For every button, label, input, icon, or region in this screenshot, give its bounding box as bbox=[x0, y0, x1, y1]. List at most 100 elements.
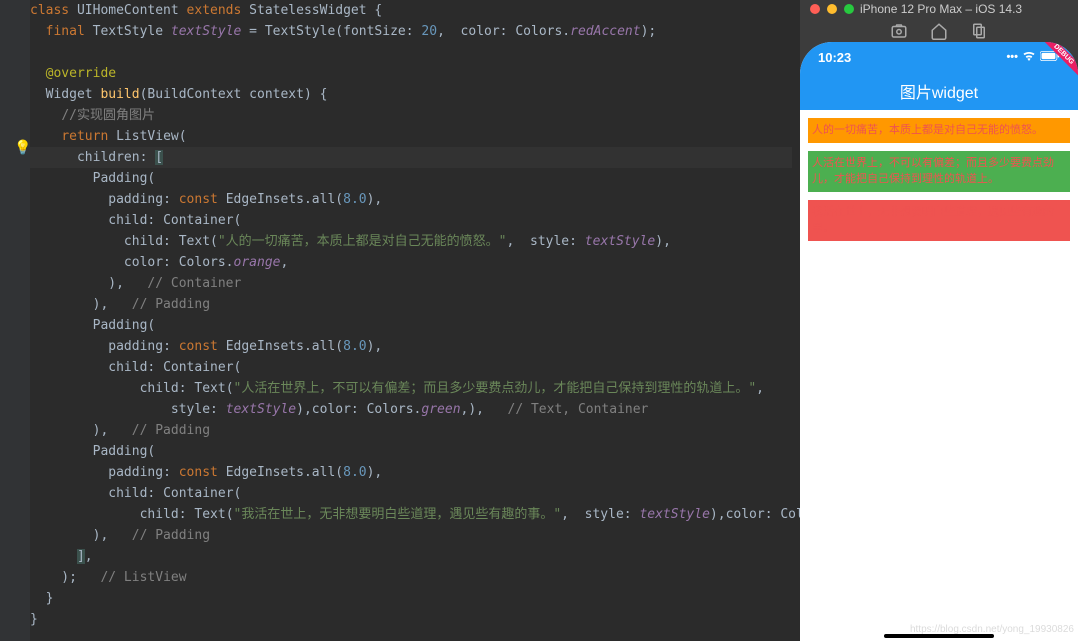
app-bar: 图片widget bbox=[800, 72, 1078, 110]
const: const bbox=[179, 339, 218, 354]
rotate-icon[interactable] bbox=[970, 22, 988, 40]
status-icons: ••• bbox=[1006, 51, 1060, 64]
string: "人活在世界上，不可以有偏差；而且多少要费点劲儿，才能把自己保持到理性的轨道上。… bbox=[234, 381, 757, 396]
wifi-icon bbox=[1022, 51, 1036, 64]
var: textStyle bbox=[171, 24, 241, 39]
var: textStyle bbox=[585, 234, 655, 249]
color-val: orange bbox=[234, 255, 281, 270]
color-val: green bbox=[421, 402, 460, 417]
comment: // Padding bbox=[132, 528, 210, 543]
simulator-title: iPhone 12 Pro Max – iOS 14.3 bbox=[860, 2, 1022, 16]
gutter bbox=[0, 0, 30, 641]
num: 8.0 bbox=[343, 192, 366, 207]
lbl: padding: bbox=[108, 192, 178, 207]
colors: Colors. bbox=[367, 402, 422, 417]
edge: EdgeInsets bbox=[226, 339, 304, 354]
lbl: child: bbox=[108, 213, 163, 228]
home-icon[interactable] bbox=[930, 22, 948, 40]
var: textStyle bbox=[226, 402, 296, 417]
maximize-icon[interactable] bbox=[844, 4, 854, 14]
lbl: child: bbox=[108, 360, 163, 375]
comment: // Text, Container bbox=[508, 402, 649, 417]
param: context bbox=[249, 87, 304, 102]
text: Text bbox=[179, 234, 210, 249]
color-trail: Color bbox=[780, 507, 800, 522]
simulator-titlebar: iPhone 12 Pro Max – iOS 14.3 bbox=[800, 0, 1078, 42]
text-block-1: 人的一切痛苦，本质上都是对自己无能的愤怒。 bbox=[808, 118, 1070, 143]
const: const bbox=[179, 465, 218, 480]
method: build bbox=[100, 87, 139, 102]
lbl: color: bbox=[726, 507, 781, 522]
eq: = bbox=[241, 24, 264, 39]
string: "我活在世上，无非想要明白些道理，遇见些有趣的事。" bbox=[234, 507, 562, 522]
lbl: padding: bbox=[108, 465, 178, 480]
string: "人的一切痛苦，本质上都是对自己无能的愤怒。" bbox=[218, 234, 507, 249]
edge: EdgeInsets bbox=[226, 192, 304, 207]
type: BuildContext bbox=[147, 87, 241, 102]
listview: ListView bbox=[116, 129, 179, 144]
status-time: 10:23 bbox=[818, 50, 851, 65]
container: Container bbox=[163, 360, 233, 375]
lbl: child: bbox=[108, 486, 163, 501]
container: Container bbox=[163, 213, 233, 228]
num: 8.0 bbox=[343, 339, 366, 354]
num: 20 bbox=[421, 24, 437, 39]
comment: //实现圆角图片 bbox=[61, 108, 155, 123]
kw-class: class bbox=[30, 3, 69, 18]
comment: // Container bbox=[147, 276, 241, 291]
annotation: @override bbox=[46, 66, 116, 81]
kw-final: final bbox=[46, 24, 85, 39]
status-bar: 10:23 ••• bbox=[800, 42, 1078, 72]
all: .all( bbox=[304, 192, 343, 207]
text-block-2: 人活在世界上，不可以有偏差；而且多少要费点劲儿，才能把自己保持到理性的轨道上。 bbox=[808, 151, 1070, 192]
code-editor[interactable]: 💡 class UIHomeContent extends StatelessW… bbox=[0, 0, 800, 641]
text-block-3: 我活在世上，无非想要明白些道理，遇见些有趣的事。 bbox=[808, 200, 1070, 241]
lbl: color: bbox=[124, 255, 179, 270]
ios-simulator: iPhone 12 Pro Max – iOS 14.3 DEBUG 10:23… bbox=[800, 0, 1078, 641]
intention-bulb-icon[interactable]: 💡 bbox=[14, 140, 31, 156]
const: const bbox=[179, 192, 218, 207]
superclass: StatelessWidget bbox=[249, 3, 366, 18]
lbl: color: bbox=[312, 402, 367, 417]
padding: Padding bbox=[93, 318, 148, 333]
kw-return: return bbox=[61, 129, 108, 144]
ctor: TextStyle bbox=[265, 24, 335, 39]
all: .all( bbox=[304, 339, 343, 354]
type: Widget bbox=[46, 87, 93, 102]
all: .all( bbox=[304, 465, 343, 480]
lbl: child: bbox=[140, 381, 195, 396]
traffic-lights bbox=[810, 4, 854, 14]
lbl: child: bbox=[140, 507, 195, 522]
children: children: bbox=[77, 150, 155, 165]
kw-extends: extends bbox=[187, 3, 242, 18]
param: fontSize: bbox=[343, 24, 421, 39]
num: 8.0 bbox=[343, 465, 366, 480]
screenshot-icon[interactable] bbox=[890, 22, 908, 40]
container: Container bbox=[163, 486, 233, 501]
color-val: redAccent bbox=[570, 24, 640, 39]
comment: // ListView bbox=[100, 570, 186, 585]
device-screen: DEBUG 10:23 ••• 图片widget 人的一切痛苦，本质上都是对自己… bbox=[800, 42, 1078, 641]
lbl: padding: bbox=[108, 339, 178, 354]
app-title: 图片widget bbox=[900, 79, 978, 103]
padding: Padding bbox=[93, 171, 148, 186]
edge: EdgeInsets bbox=[226, 465, 304, 480]
lbl: style: bbox=[171, 402, 226, 417]
lbl: style: bbox=[530, 234, 585, 249]
param: color: bbox=[461, 24, 516, 39]
content-area[interactable]: 人的一切痛苦，本质上都是对自己无能的愤怒。 人活在世界上，不可以有偏差；而且多少… bbox=[800, 110, 1078, 641]
class-name: UIHomeContent bbox=[77, 3, 179, 18]
editor-content: class UIHomeContent extends StatelessWid… bbox=[8, 0, 792, 630]
close-icon[interactable] bbox=[810, 4, 820, 14]
lbl: child: bbox=[124, 234, 179, 249]
text: Text bbox=[194, 381, 225, 396]
var: textStyle bbox=[639, 507, 709, 522]
minimize-icon[interactable] bbox=[827, 4, 837, 14]
colors: Colors. bbox=[515, 24, 570, 39]
lbl: style: bbox=[585, 507, 640, 522]
comment: // Padding bbox=[132, 297, 210, 312]
home-indicator[interactable] bbox=[884, 634, 994, 638]
text: Text bbox=[194, 507, 225, 522]
padding: Padding bbox=[93, 444, 148, 459]
comment: // Padding bbox=[132, 423, 210, 438]
